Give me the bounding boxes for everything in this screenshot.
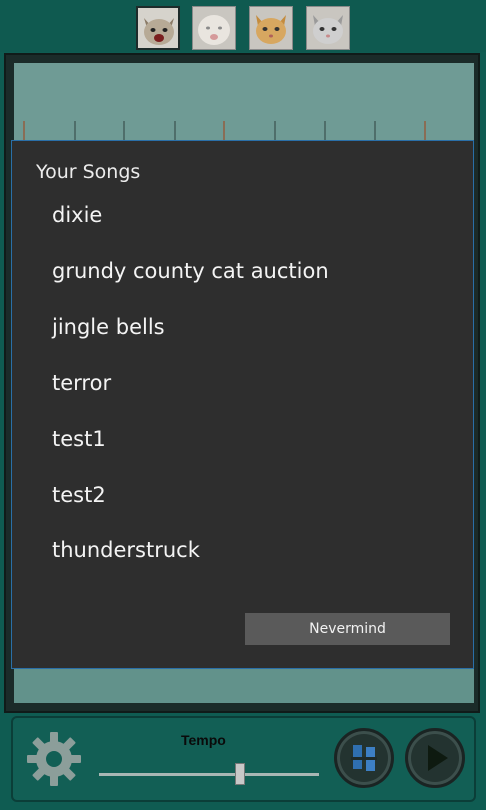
- cat-1-button[interactable]: [136, 6, 180, 50]
- cat-2-button[interactable]: [192, 6, 236, 50]
- cat-selector-bar: [0, 0, 486, 52]
- shuffle-icon: [351, 745, 377, 771]
- play-icon: [428, 745, 448, 771]
- tempo-label: Tempo: [181, 732, 226, 748]
- song-item-jingle-bells[interactable]: jingle bells: [52, 315, 165, 339]
- cat-3-button[interactable]: [249, 6, 293, 50]
- shuffle-button[interactable]: [334, 728, 394, 788]
- cat-1-icon: [144, 18, 174, 45]
- cat-4-button[interactable]: [306, 6, 350, 50]
- cat-3-icon: [256, 15, 286, 44]
- play-button[interactable]: [405, 728, 465, 788]
- control-bar: Tempo: [11, 716, 476, 802]
- nevermind-button[interactable]: Nevermind: [245, 613, 450, 645]
- dialog-title: Your Songs: [36, 161, 141, 183]
- gear-icon[interactable]: [25, 730, 83, 788]
- song-item-test2[interactable]: test2: [52, 483, 106, 507]
- cat-2-icon: [198, 15, 230, 45]
- song-item-terror[interactable]: terror: [52, 371, 111, 395]
- tempo-slider-thumb[interactable]: [234, 763, 245, 785]
- cat-4-icon: [313, 15, 343, 44]
- song-item-test1[interactable]: test1: [52, 427, 106, 451]
- song-item-grundy-county-cat-auction[interactable]: grundy county cat auction: [52, 259, 329, 283]
- songs-dialog: Your Songs dixie grundy county cat aucti…: [11, 140, 474, 669]
- song-item-thunderstruck[interactable]: thunderstruck: [52, 538, 200, 562]
- staff-header: [14, 63, 474, 143]
- song-item-dixie[interactable]: dixie: [52, 203, 102, 227]
- tempo-slider-track[interactable]: [99, 773, 319, 776]
